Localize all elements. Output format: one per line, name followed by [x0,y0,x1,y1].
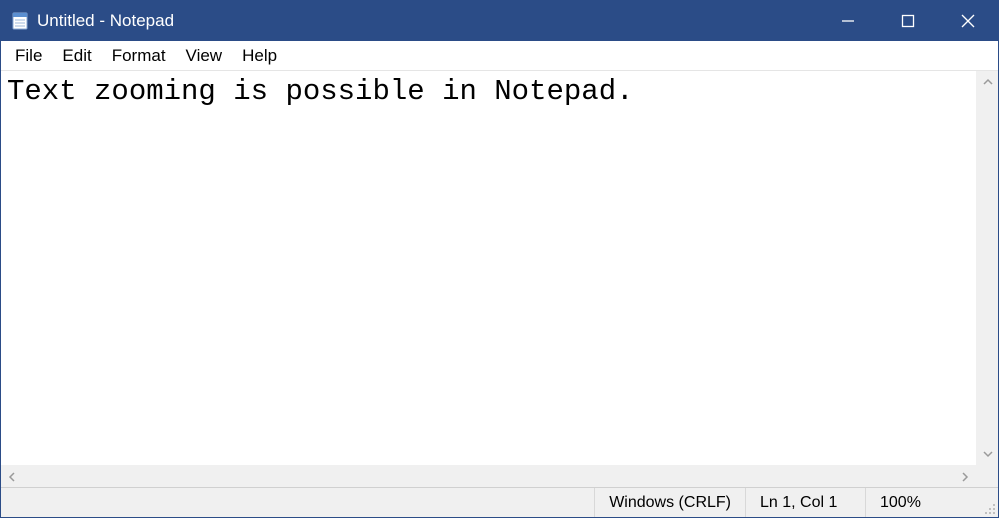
minimize-button[interactable] [818,1,878,41]
maximize-button[interactable] [878,1,938,41]
scroll-up-icon[interactable] [977,71,999,93]
titlebar[interactable]: Untitled - Notepad [1,1,998,41]
menu-view[interactable]: View [176,44,233,68]
status-spacer [1,488,595,517]
scroll-left-icon[interactable] [1,466,23,488]
horizontal-scrollbar[interactable] [1,465,998,487]
notepad-icon [11,12,29,30]
vertical-scrollbar[interactable] [976,71,998,465]
menu-file[interactable]: File [5,44,52,68]
editor-area: Text zooming is possible in Notepad. [1,71,998,487]
scroll-corner [976,466,998,488]
window-controls [818,1,998,41]
window-title: Untitled - Notepad [37,11,818,31]
menu-edit[interactable]: Edit [52,44,101,68]
close-button[interactable] [938,1,998,41]
resize-grip-icon[interactable] [976,488,998,517]
status-zoom: 100% [866,488,976,517]
statusbar: Windows (CRLF) Ln 1, Col 1 100% [1,487,998,517]
scroll-down-icon[interactable] [977,443,999,465]
scroll-right-icon[interactable] [954,466,976,488]
menu-help[interactable]: Help [232,44,287,68]
menu-format[interactable]: Format [102,44,176,68]
status-line-ending: Windows (CRLF) [595,488,746,517]
text-editor[interactable]: Text zooming is possible in Notepad. [1,71,998,465]
status-cursor-position: Ln 1, Col 1 [746,488,866,517]
menubar: File Edit Format View Help [1,41,998,71]
